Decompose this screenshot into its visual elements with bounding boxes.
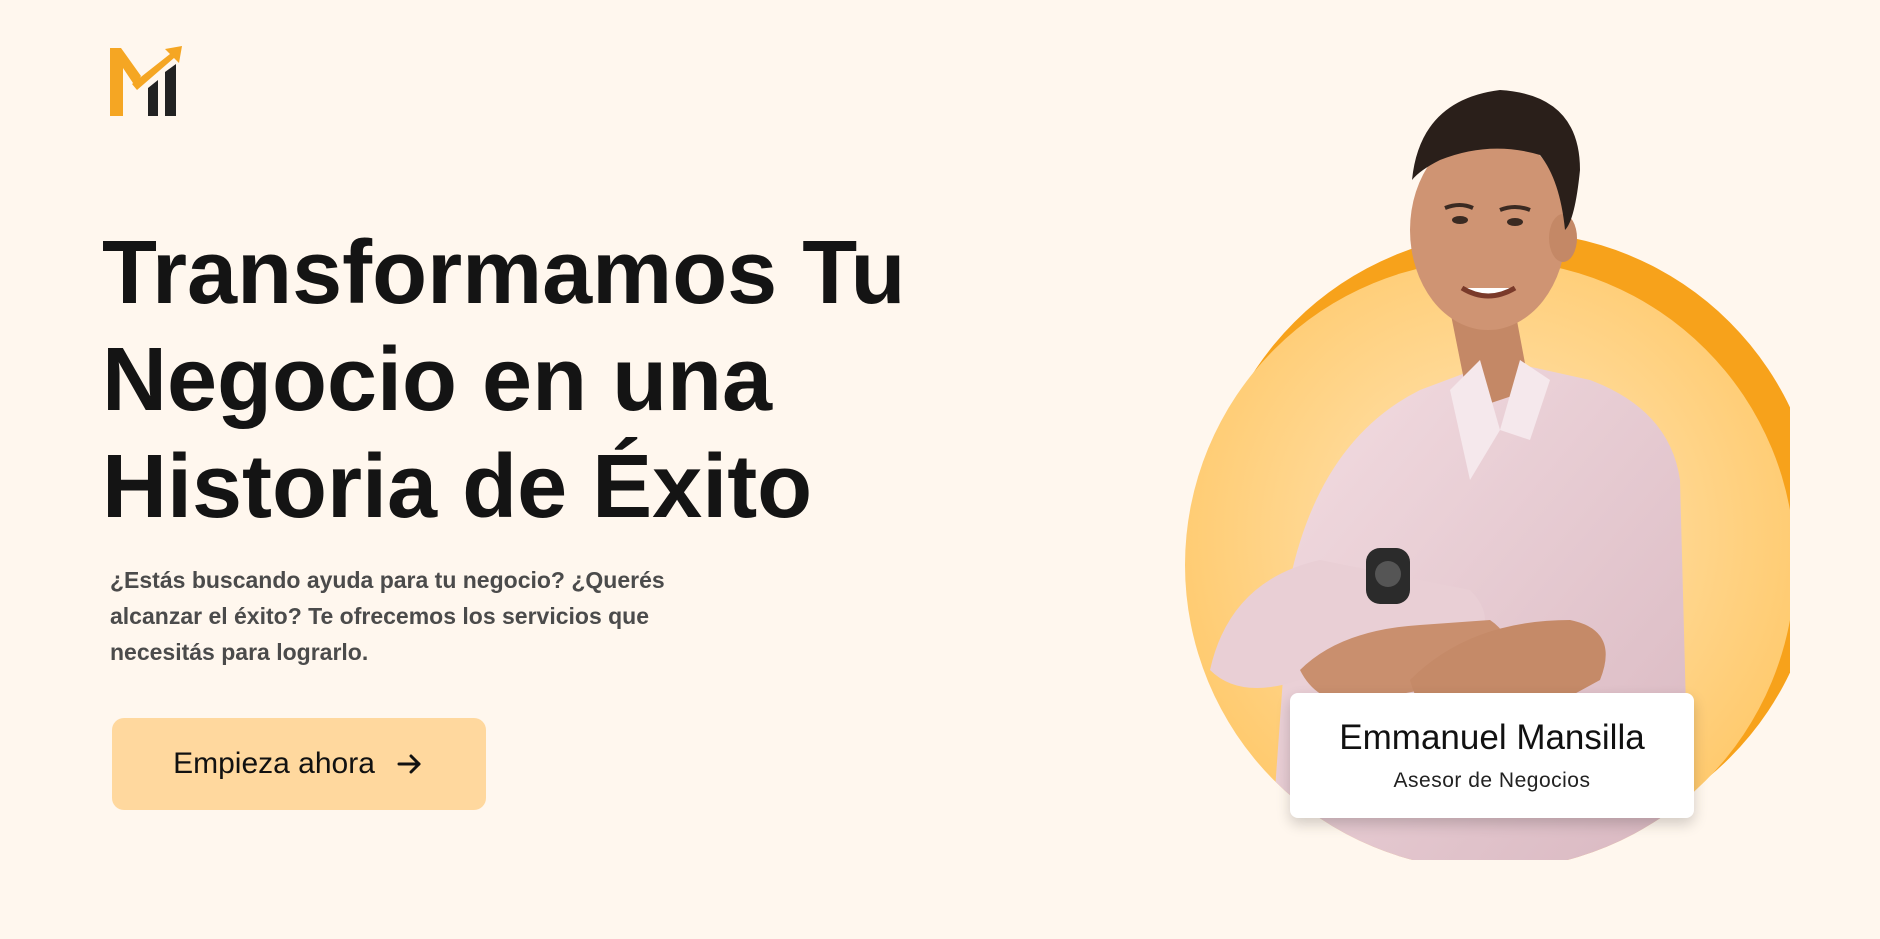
arrow-right-icon bbox=[395, 749, 425, 779]
hero-subtext: ¿Estás buscando ayuda para tu negocio? ¿… bbox=[110, 567, 665, 665]
advisor-name: Emmanuel Mansilla bbox=[1339, 717, 1645, 757]
start-now-button[interactable]: Empieza ahora bbox=[112, 718, 486, 810]
headline-line-1: Transformamos Tu bbox=[102, 223, 906, 323]
advisor-role: Asesor de Negocios bbox=[1393, 768, 1591, 792]
advisor-name-card: Emmanuel Mansilla Asesor de Negocios bbox=[1290, 693, 1694, 818]
start-now-button-label: Empieza ahora bbox=[173, 747, 375, 780]
headline-line-3: Historia de Éxito bbox=[102, 437, 813, 537]
hero-headline: Transformamos Tu Negocio en una Historia… bbox=[102, 220, 922, 541]
brand-logo-icon[interactable] bbox=[110, 46, 184, 116]
headline-line-2: Negocio en una bbox=[102, 330, 773, 430]
